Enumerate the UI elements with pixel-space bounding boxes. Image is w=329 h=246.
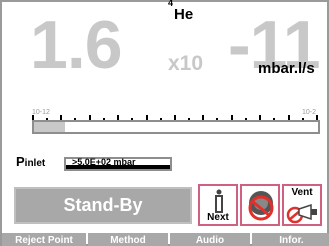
leak-rate-bargraph-fill [34, 122, 66, 132]
leak-rate-unit: mbar.l/s [258, 60, 315, 77]
no-interference-icon [248, 191, 274, 221]
inlet-pressure-bar: >5.0E+02 mbar [64, 157, 172, 171]
leak-rate-mantissa: 1.6 [30, 7, 123, 83]
leak-rate-multiplier: x10 [168, 52, 204, 75]
gas-element: He [174, 6, 194, 23]
scale-high-label: 10-2 [301, 109, 316, 116]
no-interference-button[interactable] [240, 184, 280, 226]
vent-label: Vent [291, 187, 313, 198]
softkey-bar: Reject Point Method Audio Infor. [2, 233, 329, 246]
display-screen: 4He 1.6 x10 -11 mbar.l/s 10-12 10-2 Pinl… [0, 0, 329, 246]
tab-method[interactable]: Method [88, 233, 168, 246]
leak-rate-bargraph [32, 120, 320, 134]
tab-infor[interactable]: Infor. [252, 233, 329, 246]
tab-reject-point[interactable]: Reject Point [2, 233, 86, 246]
gas-isotope: 4 [168, 0, 174, 8]
tab-audio[interactable]: Audio [170, 233, 250, 246]
scale-low-label: 10-12 [32, 109, 50, 116]
status-button[interactable]: Stand-By [14, 187, 192, 224]
inlet-pressure-value: >5.0E+02 mbar [72, 157, 136, 167]
tracer-gas: 4He [168, 0, 194, 23]
next-button[interactable]: Next [198, 184, 238, 226]
inlet-pressure-label: Pinlet [16, 154, 46, 169]
next-label: Next [207, 212, 229, 223]
vent-valve-icon [286, 203, 317, 224]
vent-button[interactable]: Vent [282, 184, 322, 226]
